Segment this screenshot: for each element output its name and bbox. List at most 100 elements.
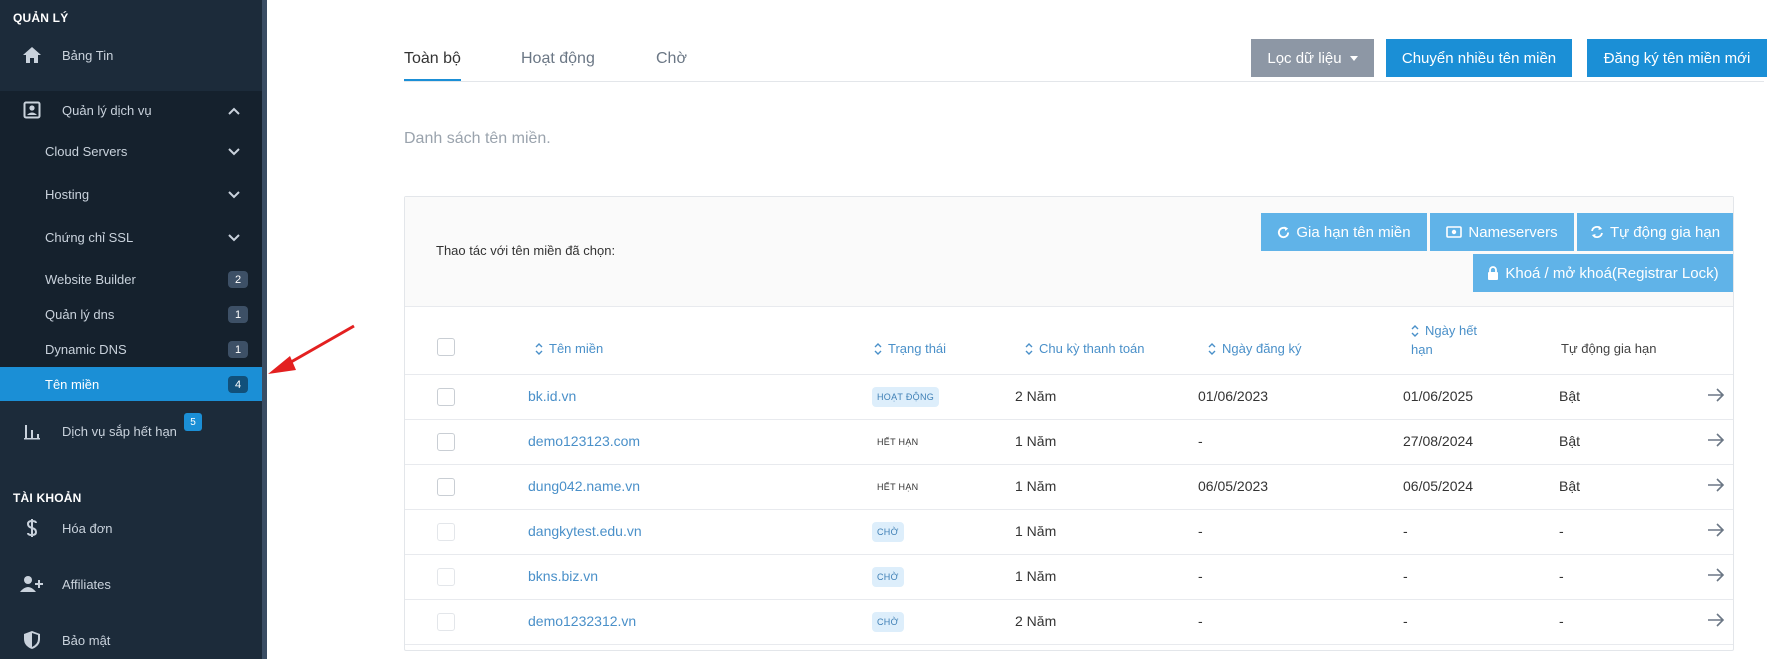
sidebar-item-dashboard[interactable]: Bảng Tin	[0, 44, 262, 66]
count-badge: 1	[228, 306, 248, 323]
dollar-icon	[12, 518, 52, 538]
arrow-right-icon[interactable]	[1707, 521, 1725, 544]
sidebar-item-label: Quản lý dns	[45, 306, 115, 322]
domain-link[interactable]: bk.id.vn	[528, 388, 576, 404]
auto-renew-value: Bật	[1559, 433, 1581, 449]
sidebar-item-ssl[interactable]: Chứng chỉ SSL	[0, 222, 262, 252]
section-header-account: TÀI KHOẢN	[13, 491, 82, 505]
auto-renew-button[interactable]: Tự động gia hạn	[1577, 213, 1733, 251]
billing-cycle: 2 Năm	[1015, 388, 1057, 404]
table-row: dangkytest.edu.vn CHỜ 1 Năm - - -	[405, 510, 1733, 555]
section-header-manage: QUẢN LÝ	[13, 11, 69, 25]
select-all-checkbox[interactable]	[437, 338, 455, 356]
row-checkbox[interactable]	[437, 568, 455, 586]
registration-date: 06/05/2023	[1198, 478, 1269, 494]
bulk-actions-bar: Thao tác với tên miền đã chọn: Gia hạn t…	[405, 197, 1733, 307]
domain-link[interactable]: dangkytest.edu.vn	[528, 523, 642, 539]
bulk-actions-label: Thao tác với tên miền đã chọn:	[436, 243, 616, 258]
auto-renew-value: -	[1559, 568, 1564, 584]
registration-date: 01/06/2023	[1198, 388, 1269, 404]
tab-active[interactable]: Hoạt động	[521, 50, 595, 68]
arrow-right-icon[interactable]	[1707, 611, 1725, 634]
status-badge: CHỜ	[872, 612, 904, 632]
row-checkbox[interactable]	[437, 613, 455, 631]
home-icon	[12, 46, 52, 64]
renew-domain-button[interactable]: Gia hạn tên miền	[1261, 213, 1427, 251]
registrar-lock-button[interactable]: Khoá / mở khoá(Registrar Lock)	[1473, 254, 1733, 292]
sidebar-item-label: Bảo mật	[62, 632, 111, 648]
expiry-date: 06/05/2024	[1403, 478, 1474, 494]
sidebar-item-invoice[interactable]: Hóa đơn	[0, 517, 262, 539]
nameservers-button[interactable]: Nameservers	[1430, 213, 1574, 251]
table-row: bk.id.vn HOẠT ĐỘNG 2 Năm 01/06/2023 01/0…	[405, 375, 1733, 420]
tab-all[interactable]: Toàn bộ	[404, 50, 461, 68]
row-checkbox[interactable]	[437, 388, 455, 406]
expiring-count-badge: 5	[184, 413, 202, 431]
sort-exp-date-header[interactable]: Ngày hết hạn	[1411, 321, 1477, 359]
user-box-icon	[12, 101, 52, 119]
filter-button[interactable]: Lọc dữ liệu	[1251, 39, 1374, 77]
auto-renew-value: Bật	[1559, 388, 1581, 404]
registration-date: -	[1198, 433, 1203, 449]
sidebar-item-service-management[interactable]: Quản lý dịch vụ	[0, 99, 262, 121]
sidebar-item-label: Cloud Servers	[45, 143, 128, 159]
registrar-lock-label: Khoá / mở khoá(Registrar Lock)	[1505, 264, 1719, 282]
domain-link[interactable]: dung042.name.vn	[528, 478, 640, 494]
chevron-up-icon	[228, 103, 240, 118]
arrow-right-icon[interactable]	[1707, 431, 1725, 454]
row-checkbox[interactable]	[437, 433, 455, 451]
row-checkbox[interactable]	[437, 523, 455, 541]
sidebar-item-hosting[interactable]: Hosting	[0, 179, 262, 209]
domain-link[interactable]: demo123123.com	[528, 433, 640, 449]
shield-icon	[12, 630, 52, 650]
header-label: Ngày hết	[1425, 323, 1478, 338]
arrow-right-icon[interactable]	[1707, 386, 1725, 409]
register-domain-button[interactable]: Đăng ký tên miền mới	[1587, 39, 1767, 77]
sidebar-item-affiliates[interactable]: Affiliates	[0, 573, 262, 595]
sort-cycle-header[interactable]: Chu kỳ thanh toán	[1025, 341, 1145, 356]
header-label: Trạng thái	[888, 341, 947, 356]
billing-cycle: 1 Năm	[1015, 478, 1057, 494]
caret-down-icon	[1349, 55, 1358, 61]
transfer-domains-button[interactable]: Chuyển nhiều tên miền	[1386, 39, 1572, 77]
sidebar-item-label: Tên miền	[45, 376, 100, 392]
table-row: dung042.name.vn HẾT HẠN 1 Năm 06/05/2023…	[405, 465, 1733, 510]
nameservers-label: Nameservers	[1468, 223, 1558, 241]
tab-pending[interactable]: Chờ	[656, 50, 687, 68]
domain-table-card: Thao tác với tên miền đã chọn: Gia hạn t…	[404, 196, 1734, 651]
sidebar-item-label: Chứng chỉ SSL	[45, 229, 134, 245]
row-checkbox[interactable]	[437, 478, 455, 496]
server-icon	[1446, 226, 1463, 238]
sync-icon	[1591, 226, 1603, 238]
sidebar-item-label: Website Builder	[45, 271, 136, 287]
sidebar-item-label: Dịch vụ sắp hết hạn	[62, 423, 177, 439]
chevron-down-icon	[228, 144, 240, 159]
status-badge: CHỜ	[872, 567, 904, 587]
sort-icon	[1411, 324, 1419, 337]
auto-renew-value: -	[1559, 523, 1564, 539]
arrow-right-icon[interactable]	[1707, 566, 1725, 589]
sort-reg-date-header[interactable]: Ngày đăng ký	[1208, 341, 1302, 356]
sort-domain-header[interactable]: Tên miền	[535, 341, 603, 356]
sidebar-item-cloud-servers[interactable]: Cloud Servers	[0, 136, 262, 166]
registration-date: -	[1198, 613, 1203, 629]
sidebar-item-dns[interactable]: Quản lý dns 1	[0, 299, 262, 329]
sidebar-item-expiring[interactable]: Dịch vụ sắp hết hạn	[0, 420, 262, 442]
sidebar-item-label: Bảng Tin	[62, 47, 114, 63]
count-badge: 4	[228, 376, 248, 393]
sidebar-item-domains[interactable]: Tên miền 4	[0, 367, 262, 401]
sort-status-header[interactable]: Trạng thái	[874, 341, 946, 356]
sidebar-item-dynamic-dns[interactable]: Dynamic DNS 1	[0, 334, 262, 364]
arrow-right-icon[interactable]	[1707, 476, 1725, 499]
annotation-arrow-icon	[268, 324, 355, 374]
registration-date: -	[1198, 568, 1203, 584]
sidebar-item-security[interactable]: Bảo mật	[0, 629, 262, 651]
sidebar-item-website-builder[interactable]: Website Builder 2	[0, 264, 262, 294]
domain-link[interactable]: demo1232312.vn	[528, 613, 636, 629]
header-label: Chu kỳ thanh toán	[1039, 341, 1145, 356]
renew-domain-label: Gia hạn tên miền	[1296, 223, 1411, 241]
billing-cycle: 1 Năm	[1015, 568, 1057, 584]
billing-cycle: 1 Năm	[1015, 433, 1057, 449]
domain-link[interactable]: bkns.biz.vn	[528, 568, 598, 584]
sidebar-item-label: Hosting	[45, 186, 90, 202]
